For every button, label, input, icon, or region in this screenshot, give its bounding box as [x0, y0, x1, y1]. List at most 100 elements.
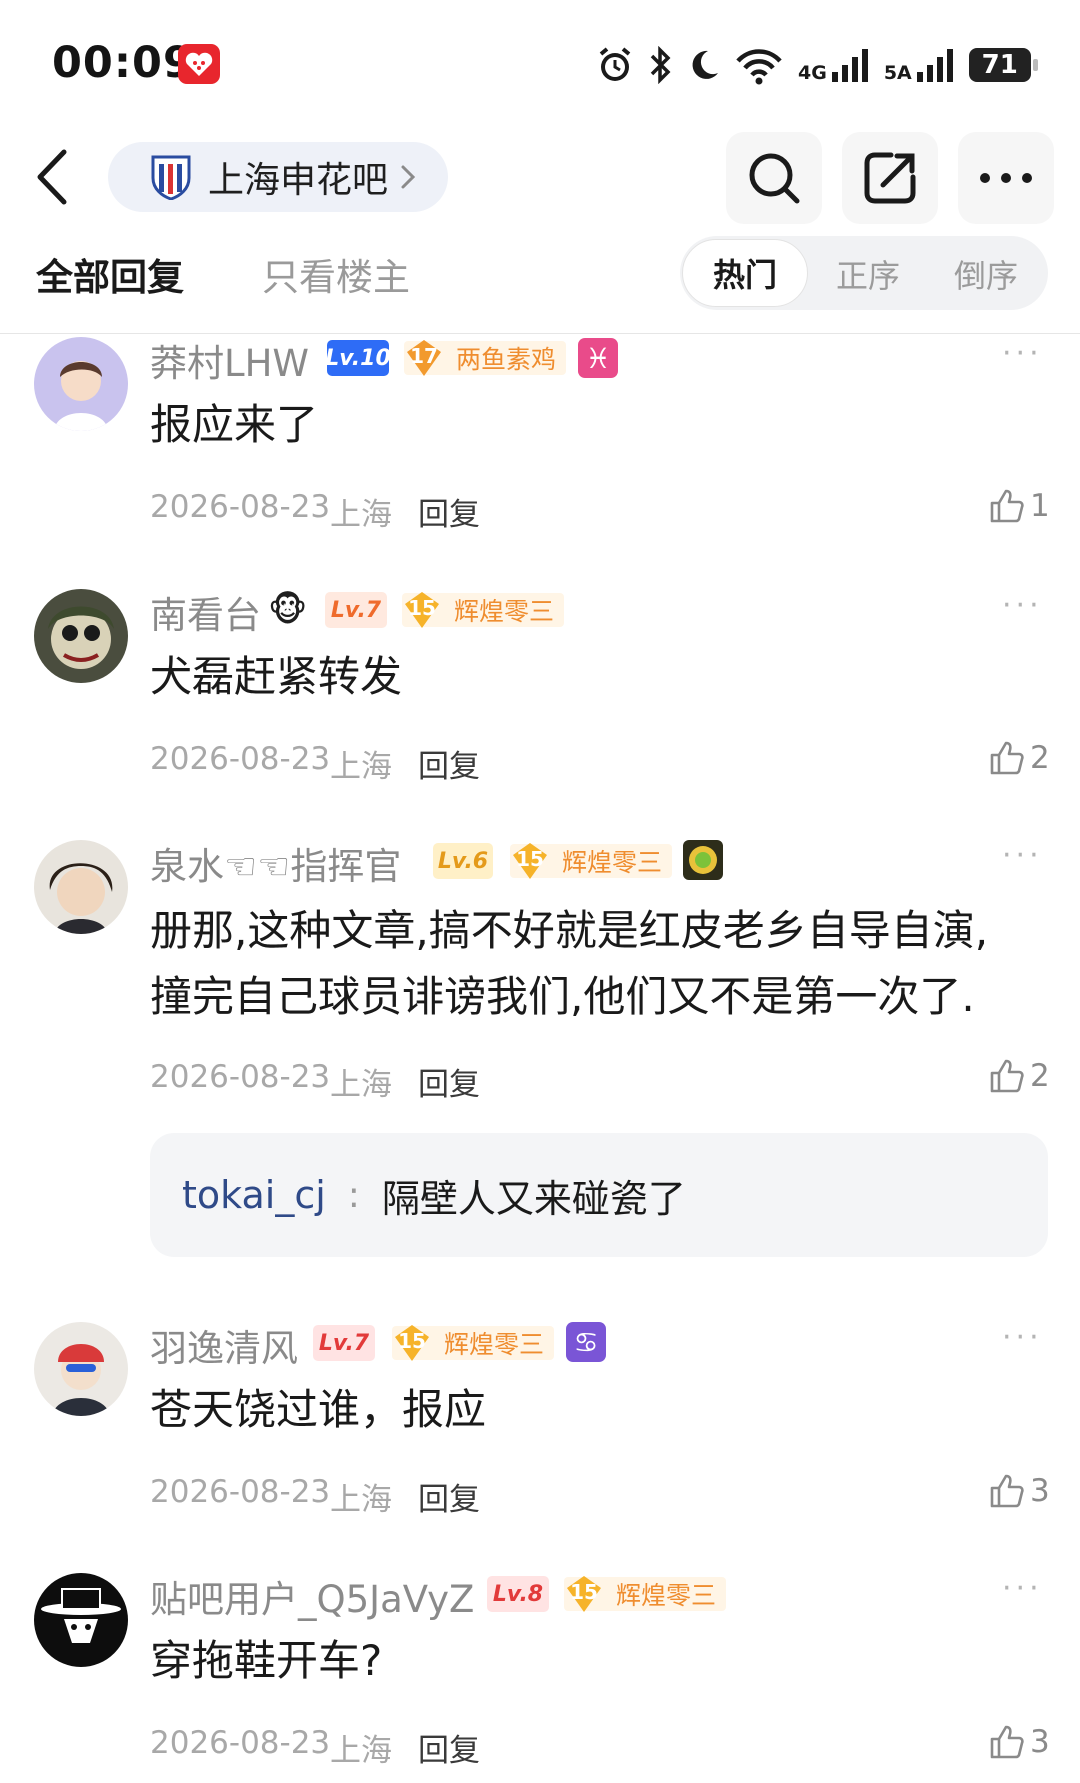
- medal-level: 15: [516, 847, 544, 871]
- ellipsis-icon[interactable]: ···: [1002, 336, 1043, 371]
- medal-name: 辉煌零三: [562, 848, 663, 877]
- forum-logo-icon: [151, 155, 191, 200]
- share-icon: [864, 152, 916, 204]
- reply-button[interactable]: 回复: [418, 1725, 480, 1770]
- comment-text: 苍天饶过谁，报应: [150, 1385, 487, 1434]
- sort-hot-button[interactable]: 热门: [682, 239, 808, 307]
- like-icon: [990, 1725, 1024, 1759]
- forum-entry-button[interactable]: 上海申花吧: [108, 142, 448, 212]
- reply-button[interactable]: 回复: [418, 489, 480, 534]
- chevron-right-icon: [401, 165, 416, 189]
- sub-reply[interactable]: tokai_cj : 隔壁人又来碰瓷了: [150, 1133, 1048, 1257]
- like-button[interactable]: 3: [988, 1723, 1050, 1761]
- search-button[interactable]: [726, 132, 822, 224]
- medal-name: 辉煌零三: [454, 597, 555, 626]
- achievement-badge-icon: [683, 840, 723, 880]
- zodiac-cancer-icon: ♋: [566, 1322, 606, 1362]
- medal-level: 15: [408, 596, 436, 620]
- avatar[interactable]: [34, 1322, 128, 1416]
- forum-name: 上海申花吧: [208, 160, 389, 201]
- avatar[interactable]: [34, 1573, 128, 1667]
- comment-location: 上海: [330, 497, 392, 533]
- comment-username[interactable]: 贴吧用户_Q5JaVyZ: [150, 1569, 474, 1623]
- comment-date: 2026-08-23: [150, 1474, 331, 1510]
- ellipsis-icon[interactable]: ···: [1002, 588, 1043, 623]
- medal-level: 15: [570, 1580, 598, 1604]
- level-badge: Lv.8: [487, 1576, 549, 1612]
- more-icon: [980, 173, 1032, 183]
- comment-text: 穿拖鞋开车?: [150, 1636, 383, 1685]
- sub-reply-user[interactable]: tokai_cj: [182, 1173, 326, 1217]
- comment-username[interactable]: 泉水☜☜指挥官: [150, 836, 401, 890]
- moon-icon: [692, 50, 718, 79]
- alarm-icon: [599, 47, 631, 81]
- zodiac-pisces-icon: ♓: [578, 338, 618, 378]
- comment-date: 2026-08-23: [150, 489, 331, 525]
- avatar[interactable]: [34, 840, 128, 934]
- app-notification-icon: [178, 44, 220, 84]
- back-button[interactable]: [30, 146, 80, 208]
- level-badge: Lv.10: [325, 340, 391, 376]
- like-count: 3: [1030, 1724, 1050, 1760]
- comment-text-line-2: 撞完自己球员诽谤我们,他们又不是第一次了.: [150, 972, 975, 1021]
- comment-location: 上海: [330, 749, 392, 785]
- level-badge: Lv.7: [313, 1325, 375, 1361]
- ellipsis-icon[interactable]: ···: [1002, 1571, 1043, 1606]
- status-time: 00:09: [52, 38, 194, 88]
- reply-button[interactable]: 回复: [418, 741, 480, 786]
- comment-date: 2026-08-23: [150, 741, 331, 777]
- more-button[interactable]: [958, 132, 1054, 224]
- like-count: 2: [1030, 740, 1050, 776]
- comment-location: 上海: [330, 1733, 392, 1769]
- like-icon: [990, 1474, 1024, 1508]
- comment-date: 2026-08-23: [150, 1059, 331, 1095]
- search-icon: [749, 153, 800, 204]
- reply-button[interactable]: 回复: [418, 1474, 480, 1519]
- signal-5a-icon: 5A: [883, 48, 955, 84]
- reply-button[interactable]: 回复: [418, 1059, 480, 1104]
- comment-text: 报应来了: [150, 400, 319, 449]
- ellipsis-icon[interactable]: ···: [1002, 1320, 1043, 1355]
- comment-text-line-1: 册那,这种文章,搞不好就是红皮老乡自导自演,: [150, 906, 989, 955]
- ellipsis-icon[interactable]: ···: [1002, 838, 1043, 873]
- status-icons: 4G 5A 71: [596, 40, 1038, 90]
- like-count: 3: [1030, 1473, 1050, 1509]
- avatar[interactable]: [34, 337, 128, 431]
- avatar[interactable]: [34, 589, 128, 683]
- comment-text: 犬磊赶紧转发: [150, 652, 403, 701]
- like-icon: [990, 489, 1024, 523]
- level-badge: Lv.6: [433, 843, 493, 879]
- medal-name: 两鱼素鸡: [456, 345, 557, 374]
- comment-username[interactable]: 南看台: [150, 585, 261, 639]
- medal-name: 辉煌零三: [616, 1581, 717, 1610]
- like-button[interactable]: 3: [988, 1472, 1050, 1510]
- wifi-icon: [736, 49, 782, 85]
- comment-date: 2026-08-23: [150, 1725, 331, 1761]
- share-button[interactable]: [842, 132, 938, 224]
- like-count: 2: [1030, 1058, 1050, 1094]
- battery-indicator: 71: [968, 48, 1038, 82]
- tab-all-replies[interactable]: 全部回复: [36, 247, 184, 301]
- sort-desc-button[interactable]: 倒序: [954, 251, 1018, 297]
- signal-4g-icon: 4G: [798, 48, 870, 84]
- like-button[interactable]: 2: [988, 1057, 1050, 1095]
- level-badge: Lv.7: [325, 592, 387, 628]
- like-button[interactable]: 1: [988, 487, 1050, 525]
- like-icon: [990, 741, 1024, 775]
- sub-reply-text: 隔壁人又来碰瓷了: [381, 1176, 686, 1221]
- monkey-emoji-icon: 🐵: [268, 590, 308, 630]
- comment-location: 上海: [330, 1482, 392, 1518]
- tab-op-only[interactable]: 只看楼主: [262, 247, 410, 301]
- comment-username[interactable]: 莽村LHW: [150, 333, 309, 387]
- net-type-2: 5A: [883, 62, 912, 84]
- back-icon: [37, 149, 67, 205]
- net-type-1: 4G: [798, 62, 827, 84]
- like-count: 1: [1030, 488, 1050, 524]
- comment-location: 上海: [330, 1067, 392, 1103]
- sort-asc-button[interactable]: 正序: [836, 251, 900, 297]
- comment-username[interactable]: 羽逸清风: [150, 1318, 298, 1372]
- like-button[interactable]: 2: [988, 739, 1050, 777]
- bluetooth-icon: [650, 46, 671, 84]
- sub-reply-separator: :: [347, 1174, 360, 1216]
- medal-level: 15: [398, 1329, 426, 1353]
